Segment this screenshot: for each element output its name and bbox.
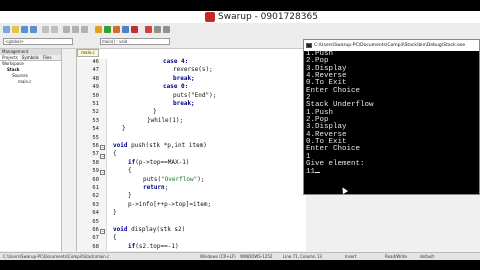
console-line: Enter Choice (306, 145, 361, 154)
build-run-icon[interactable] (113, 26, 120, 33)
code-line: p->info[++p->top]=item; (128, 200, 212, 208)
line-number: 53 (92, 117, 99, 124)
debug-icon[interactable] (145, 26, 152, 33)
code-line: void display(stk s2) (113, 226, 186, 233)
line-number: 51 (92, 101, 99, 107)
step-into-icon[interactable] (163, 26, 170, 33)
code-line: break; (173, 74, 195, 82)
line-number: 62 (92, 193, 99, 200)
console-line: 1.Push (306, 108, 334, 117)
code-line: reverse(s); (173, 66, 213, 74)
console-titlebar: C:\Users\Swarup-PC\Documents\Compil\Stac… (304, 40, 479, 51)
line-number: 56 (92, 143, 99, 149)
code-line: { (128, 167, 132, 175)
console-window[interactable]: C:\Users\Swarup-PC\Documents\Compil\Stac… (303, 39, 480, 195)
letterbox-top (0, 0, 480, 11)
line-number: 66 (92, 227, 99, 233)
line-number: 50 (92, 92, 99, 99)
code-line: } (153, 108, 157, 116)
fold-toggle-icon[interactable]: − (100, 229, 105, 234)
code-line: if(s2.top==-1) (128, 242, 179, 250)
console-line: 1.Push (306, 50, 334, 58)
console-line: Give element: (306, 160, 365, 169)
code-line: puts("Overflow"); (143, 175, 205, 183)
line-number: 59 (92, 168, 99, 175)
line-number: 49 (92, 84, 99, 91)
code-line: return; (143, 184, 169, 191)
fold-toggle-icon[interactable]: − (100, 145, 105, 150)
paste-icon[interactable] (81, 26, 88, 33)
console-line: Enter Choice (306, 86, 361, 95)
management-panel: Management Projects Symbols Files Worksp… (0, 49, 62, 251)
code-line: puts("End"); (173, 91, 217, 99)
console-title: C:\Users\Swarup-PC\Documents\Compil\Stac… (314, 43, 466, 48)
line-number: 54 (92, 126, 99, 133)
line-number: 63 (92, 201, 99, 208)
text-cursor (315, 171, 321, 173)
line-number: 52 (92, 109, 99, 116)
copy-icon[interactable] (72, 26, 79, 33)
line-number: 46 (92, 59, 99, 65)
line-number: 57 (92, 151, 99, 158)
code-line: { (113, 234, 117, 242)
code-line: { (113, 150, 117, 158)
code-line: } (128, 192, 132, 200)
code-line: }while(1); (147, 116, 184, 124)
redo-icon[interactable] (51, 26, 58, 33)
save-icon[interactable] (21, 26, 28, 33)
code-line: } (122, 125, 126, 133)
tab-projects[interactable]: Projects (0, 55, 20, 60)
line-number: 60 (92, 176, 99, 183)
code-line: if(p->top==MAX-1) (128, 158, 190, 166)
code-editor[interactable]: main.c 46 47 48 49 50 51 52 53 54 55 56 … (76, 49, 306, 251)
stop-icon[interactable] (131, 26, 138, 33)
fold-toggle-icon[interactable]: − (100, 154, 105, 159)
line-number: 61 (92, 185, 99, 191)
tab-files[interactable]: Files (41, 55, 54, 60)
line-number: 47 (92, 67, 99, 74)
code-line: case 0: (163, 83, 189, 91)
code-line: case 4: (163, 58, 189, 65)
code-line: break; (173, 100, 195, 107)
window-title: Swarup - 0901728365 (218, 12, 318, 22)
editor-file-tab[interactable]: main.c (77, 49, 99, 57)
line-number: 58 (92, 159, 99, 166)
line-number: 64 (92, 210, 99, 217)
line-number: 65 (92, 218, 99, 225)
fold-toggle-icon[interactable]: − (100, 170, 105, 175)
tree-file-main[interactable]: main.c (0, 79, 61, 85)
window-titlebar: Swarup - 0901728365 (0, 11, 480, 23)
build-icon[interactable] (95, 26, 102, 33)
line-gutter: 46 47 48 49 50 51 52 53 54 55 56 57 58 5… (77, 59, 107, 251)
ide-window: Swarup - 0901728365 <global> main() : vo… (0, 11, 480, 260)
line-number: 55 (92, 134, 99, 141)
line-number: 67 (92, 235, 99, 242)
new-file-icon[interactable] (3, 26, 10, 33)
console-output: 1.Push 2.Pop 3.Display 4.Reverse 0.To Exit En… (304, 50, 479, 176)
step-icon[interactable] (154, 26, 161, 33)
scope-combo[interactable]: <global> (3, 38, 73, 45)
code-line: } (113, 209, 117, 217)
console-input-line[interactable]: 11 (306, 168, 479, 176)
tab-symbols[interactable]: Symbols (20, 55, 41, 60)
letterbox-bottom (0, 260, 480, 270)
code-line: void push(stk *p,int item) (113, 142, 207, 149)
line-number: 48 (92, 75, 99, 82)
function-combo[interactable]: main() : void (100, 38, 170, 45)
run-icon[interactable] (104, 26, 111, 33)
rebuild-icon[interactable] (122, 26, 129, 33)
console-icon (306, 43, 312, 48)
cut-icon[interactable] (63, 26, 70, 33)
app-logo-icon (205, 12, 215, 22)
save-all-icon[interactable] (30, 26, 37, 33)
line-number: 68 (92, 243, 99, 250)
status-bar: C:\Users\Swarup-PC\Documents\Compil\Stac… (0, 252, 480, 260)
open-icon[interactable] (12, 26, 19, 33)
undo-icon[interactable] (42, 26, 49, 33)
